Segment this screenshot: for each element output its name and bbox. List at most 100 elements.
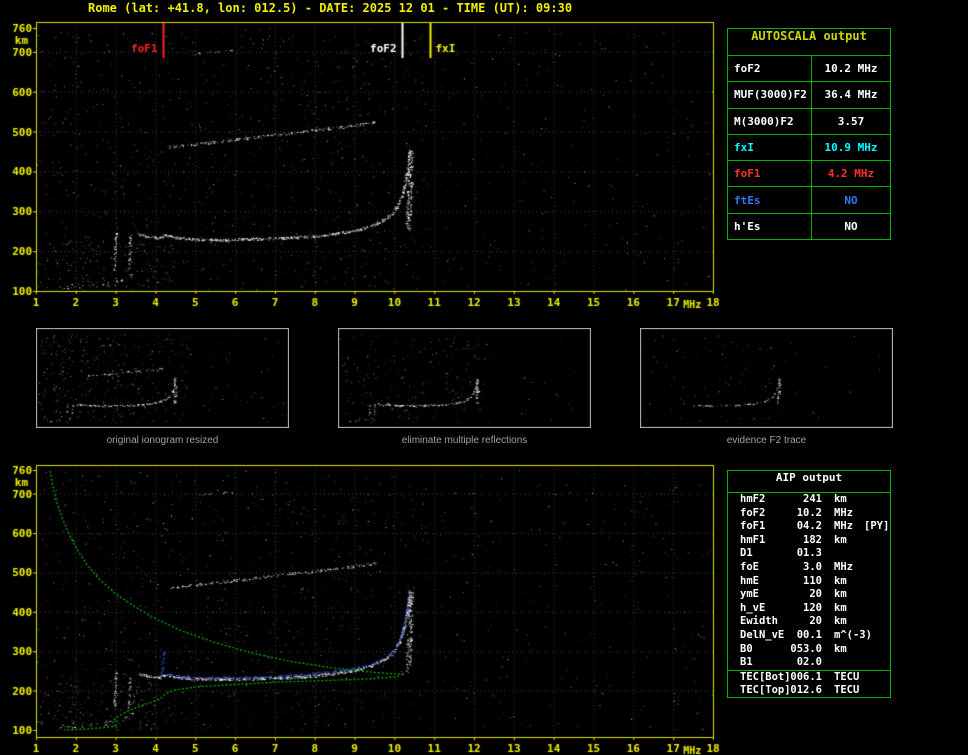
ionogram-plot-autoscala xyxy=(0,14,730,324)
parameter-value: 120 xyxy=(788,602,822,616)
parameter-note xyxy=(864,534,890,548)
parameter-note xyxy=(864,643,890,657)
parameter-label: D1 xyxy=(740,547,788,561)
aip-row-5: foE3.0MHz xyxy=(728,561,890,575)
parameter-note xyxy=(864,547,890,561)
parameter-value: 04.2 xyxy=(788,520,822,534)
parameter-unit: km xyxy=(822,534,864,548)
parameter-note xyxy=(864,684,890,698)
aip-row-7: ymE20km xyxy=(728,588,890,602)
parameter-value: 241 xyxy=(788,493,822,507)
parameter-label: foF1 xyxy=(728,161,812,186)
aip-row-11: B0053.0km xyxy=(728,643,890,657)
parameter-value: 20 xyxy=(788,588,822,602)
parameter-note xyxy=(864,588,890,602)
parameter-unit: km xyxy=(822,493,864,507)
parameter-label: h_vE xyxy=(740,602,788,616)
page-title: Rome (lat: +41.8, lon: 012.5) - DATE: 20… xyxy=(88,1,572,15)
parameter-unit: TECU xyxy=(822,684,864,698)
parameter-label: B0 xyxy=(740,643,788,657)
parameter-value: 01.3 xyxy=(788,547,822,561)
parameter-note xyxy=(864,656,890,670)
aip-row-10: DelN_vE00.1m^(-3) xyxy=(728,629,890,643)
parameter-note xyxy=(864,615,890,629)
aip-row-13: TEC[Bot]006.1TECU xyxy=(728,670,890,685)
parameter-note xyxy=(864,602,890,616)
parameter-note xyxy=(864,561,890,575)
parameter-value: 006.1 xyxy=(788,671,822,685)
thumbnail-caption-f2trace: evidence F2 trace xyxy=(640,435,893,446)
parameter-unit: km xyxy=(822,588,864,602)
thumbnail-caption-original: original ionogram resized xyxy=(36,435,289,446)
parameter-label: foF2 xyxy=(728,56,812,81)
parameter-value: 3.57 xyxy=(812,109,890,134)
parameter-unit: MHz xyxy=(822,520,864,534)
parameter-label: hmF2 xyxy=(740,493,788,507)
parameter-label: B1 xyxy=(740,656,788,670)
parameter-unit: MHz xyxy=(822,507,864,521)
aip-table-title: AIP output xyxy=(728,471,890,493)
aip-row-12: B102.0 xyxy=(728,656,890,670)
aip-row-8: h_vE120km xyxy=(728,602,890,616)
parameter-value: 4.2 MHz xyxy=(812,161,890,186)
parameter-label: ftEs xyxy=(728,187,812,212)
parameter-value: NO xyxy=(812,214,890,239)
parameter-label: fxI xyxy=(728,135,812,160)
parameter-unit xyxy=(822,656,864,670)
parameter-label: M(3000)F2 xyxy=(728,109,812,134)
parameter-value: 00.1 xyxy=(788,629,822,643)
thumbnail-eliminate-reflections xyxy=(338,328,591,428)
parameter-note xyxy=(864,671,890,685)
autoscala-table-title: AUTOSCALA output xyxy=(728,29,890,56)
thumbnail-caption-reflections: eliminate multiple reflections xyxy=(338,435,591,446)
autoscala-row-6: h'EsNO xyxy=(728,213,890,239)
aip-row-9: Ewidth20km xyxy=(728,615,890,629)
autoscala-row-2: M(3000)F23.57 xyxy=(728,108,890,134)
parameter-value: 36.4 MHz xyxy=(812,82,890,107)
parameter-value: 10.2 xyxy=(788,507,822,521)
aip-row-14: TEC[Top]012.6TECU xyxy=(728,684,890,698)
parameter-label: foF2 xyxy=(740,507,788,521)
autoscala-row-0: foF210.2 MHz xyxy=(728,56,890,81)
aip-output-table: AIP output hmF2241kmfoF210.2MHzfoF104.2M… xyxy=(727,470,891,698)
parameter-unit xyxy=(822,547,864,561)
parameter-label: ymE xyxy=(740,588,788,602)
parameter-value: 20 xyxy=(788,615,822,629)
parameter-value: 182 xyxy=(788,534,822,548)
parameter-value: 10.9 MHz xyxy=(812,135,890,160)
aip-row-0: hmF2241km xyxy=(728,493,890,507)
autoscala-row-1: MUF(3000)F236.4 MHz xyxy=(728,81,890,107)
aip-row-1: foF210.2MHz xyxy=(728,507,890,521)
parameter-unit: km xyxy=(822,643,864,657)
aip-row-3: hmF1182km xyxy=(728,534,890,548)
aip-row-4: D101.3 xyxy=(728,547,890,561)
parameter-value: 02.0 xyxy=(788,656,822,670)
autoscala-table-rows: foF210.2 MHzMUF(3000)F236.4 MHzM(3000)F2… xyxy=(728,56,890,239)
parameter-value: 110 xyxy=(788,575,822,589)
parameter-label: Ewidth xyxy=(740,615,788,629)
parameter-value: 012.6 xyxy=(788,684,822,698)
parameter-note xyxy=(864,507,890,521)
parameter-unit: TECU xyxy=(822,671,864,685)
parameter-label: TEC[Top] xyxy=(740,684,788,698)
parameter-note xyxy=(864,575,890,589)
parameter-value: 053.0 xyxy=(788,643,822,657)
parameter-unit: km xyxy=(822,615,864,629)
parameter-label: hmF1 xyxy=(740,534,788,548)
autoscala-output-table: AUTOSCALA output foF210.2 MHzMUF(3000)F2… xyxy=(727,28,891,240)
parameter-note xyxy=(864,493,890,507)
parameter-value: NO xyxy=(812,187,890,212)
thumbnail-evidence-f2-trace xyxy=(640,328,893,428)
parameter-value: 10.2 MHz xyxy=(812,56,890,81)
parameter-label: hmE xyxy=(740,575,788,589)
parameter-unit: m^(-3) xyxy=(822,629,864,643)
aip-row-6: hmE110km xyxy=(728,575,890,589)
parameter-unit: km xyxy=(822,602,864,616)
autoscala-row-3: fxI10.9 MHz xyxy=(728,134,890,160)
parameter-label: h'Es xyxy=(728,214,812,239)
parameter-note: [PY] xyxy=(864,520,890,534)
aip-table-rows: hmF2241kmfoF210.2MHzfoF104.2MHz[PY]hmF11… xyxy=(728,493,890,698)
parameter-unit: MHz xyxy=(822,561,864,575)
parameter-label: DelN_vE xyxy=(740,629,788,643)
ionogram-plot-profile xyxy=(0,458,730,755)
